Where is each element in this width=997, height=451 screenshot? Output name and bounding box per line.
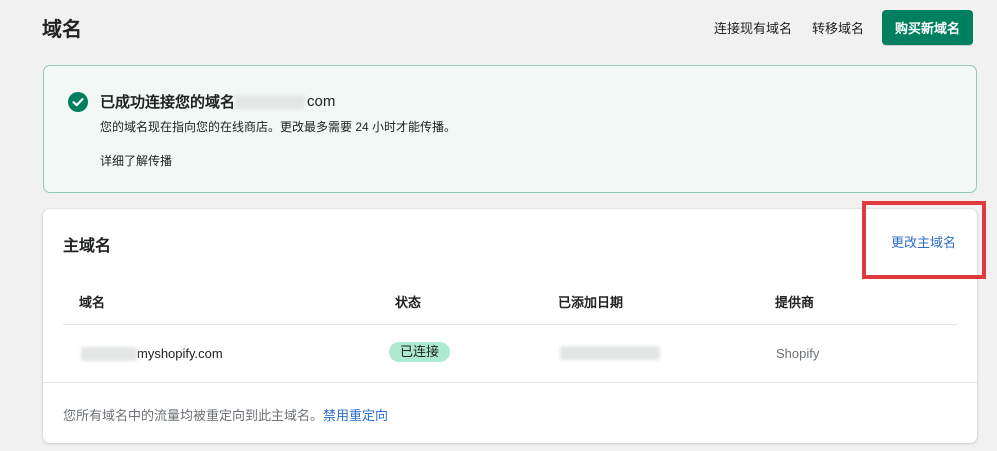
domain-suffix: myshopify.com: [137, 346, 223, 361]
page-header: 域名 连接现有域名 转移域名 购买新域名: [42, 9, 973, 45]
redirect-note-text: 您所有域名中的流量均被重定向到此主域名。: [63, 408, 324, 423]
column-header-domain: 域名: [79, 295, 106, 310]
domain-cell: myshopify.com: [81, 346, 223, 361]
provider-cell: Shopify: [776, 346, 820, 361]
column-header-provider: 提供商: [775, 295, 815, 310]
change-primary-domain-link[interactable]: 更改主域名: [891, 232, 956, 251]
redacted-date: [560, 346, 660, 360]
status-badge: 已连接: [389, 342, 451, 362]
column-header-date-added: 已添加日期: [558, 295, 624, 310]
card-footer: 您所有域名中的流量均被重定向到此主域名。禁用重定向: [43, 382, 977, 443]
check-circle-icon: [68, 92, 88, 112]
connect-existing-domain-button[interactable]: 连接现有域名: [714, 18, 792, 37]
banner-description: 您的域名现在指向您的在线商店。更改最多需要 24 小时才能传播。: [100, 120, 457, 134]
domains-page: 域名 连接现有域名 转移域名 购买新域名 已成功连接您的域名 com 您的域名现…: [0, 0, 997, 451]
primary-domain-title: 主域名: [63, 238, 112, 255]
redirect-note: 您所有域名中的流量均被重定向到此主域名。禁用重定向: [63, 405, 388, 424]
banner-title: 已成功连接您的域名 com: [100, 91, 335, 112]
buy-new-domain-button[interactable]: 购买新域名: [881, 9, 973, 45]
header-actions: 连接现有域名 转移域名 购买新域名: [694, 9, 973, 45]
table-row: myshopify.com 已连接 Shopify: [63, 325, 957, 382]
success-banner: 已成功连接您的域名 com 您的域名现在指向您的在线商店。更改最多需要 24 小…: [43, 65, 977, 193]
learn-more-link[interactable]: 详细了解传播: [100, 152, 172, 169]
column-header-status: 状态: [395, 295, 422, 310]
transfer-domain-button[interactable]: 转移域名: [812, 18, 864, 37]
banner-domain-suffix: com: [307, 93, 336, 110]
redacted-domain: [235, 94, 306, 109]
page-title: 域名: [42, 18, 82, 41]
domains-table-header: 域名 状态 已添加日期 提供商: [63, 279, 957, 325]
primary-domain-card: 主域名 更改主域名 域名 状态 已添加日期 提供商 myshopify.com …: [43, 209, 977, 443]
disable-redirect-link[interactable]: 禁用重定向: [323, 405, 388, 424]
banner-title-text: 已成功连接您的域名: [100, 94, 236, 111]
redacted-subdomain: [81, 346, 137, 361]
date-added-cell: [560, 346, 660, 360]
